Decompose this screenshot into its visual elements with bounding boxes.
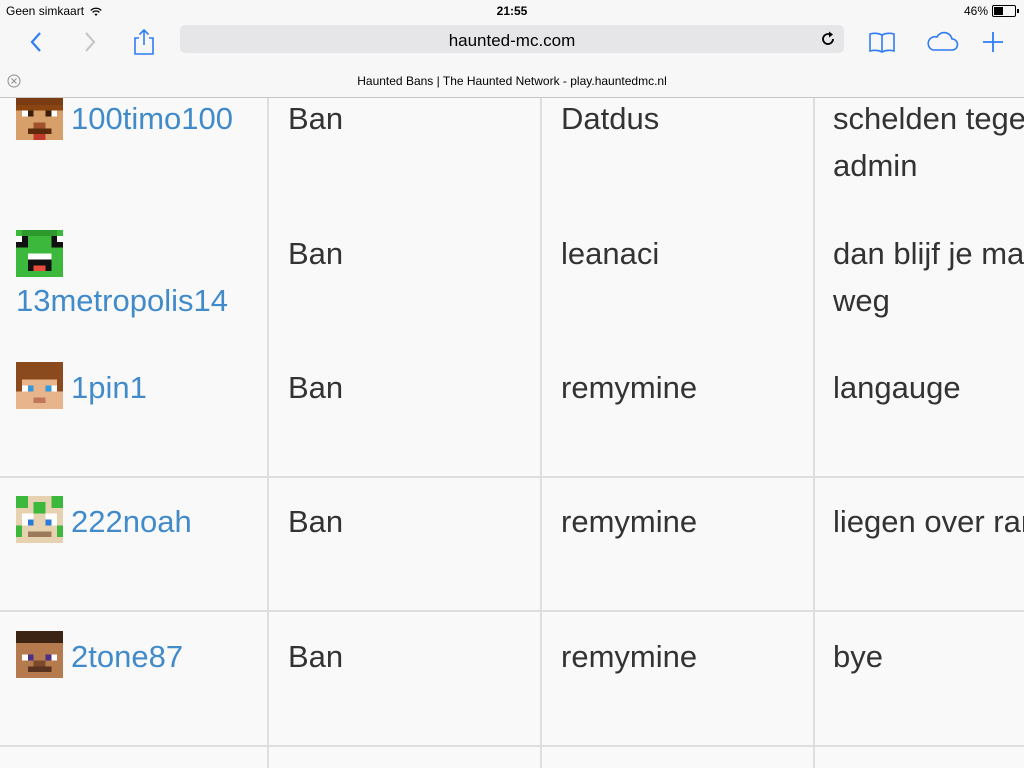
table-row: 100timo100 Ban Datdus schelden tegen adm… bbox=[0, 98, 1024, 208]
status-bar: Geen simkaart 21:55 46% bbox=[0, 0, 1024, 22]
reload-icon[interactable] bbox=[818, 29, 838, 49]
tab-title: Haunted Bans | The Haunted Network - pla… bbox=[357, 74, 667, 88]
reason-cell: bye bbox=[833, 639, 883, 674]
reason-cell bbox=[833, 747, 1024, 768]
player-name-link[interactable]: 222noah bbox=[71, 504, 192, 539]
player-avatar bbox=[16, 496, 63, 544]
battery-fill bbox=[994, 7, 1004, 15]
player-cell: 1pin1 bbox=[16, 344, 268, 476]
bans-table: 100timo100 Ban Datdus schelden tegen adm… bbox=[0, 98, 1024, 768]
url-text: haunted-mc.com bbox=[448, 31, 576, 50]
battery-icon bbox=[992, 5, 1019, 17]
ban-type-cell: Ban bbox=[288, 101, 344, 136]
player-name-link[interactable]: 1pin1 bbox=[71, 370, 147, 405]
player-avatar bbox=[16, 631, 63, 679]
ban-type-cell: Ban bbox=[288, 639, 344, 674]
table-row bbox=[0, 747, 1024, 768]
ban-type-cell: Ban bbox=[288, 236, 344, 271]
ban-type-cell: Ban bbox=[288, 370, 344, 405]
browser-toolbar: haunted-mc.com bbox=[0, 22, 1024, 68]
banned-by-cell: remymine bbox=[561, 370, 698, 405]
new-tab-icon[interactable] bbox=[977, 26, 1009, 58]
player-cell: 222noah bbox=[16, 478, 268, 610]
clock: 21:55 bbox=[496, 4, 528, 18]
table-row: 222noah Ban remymine liegen over rank bbox=[0, 478, 1024, 612]
reason-cell: liegen over rank bbox=[833, 504, 1024, 539]
player-cell: 100timo100 bbox=[16, 98, 268, 206]
player-avatar bbox=[16, 230, 63, 277]
table-row: 13metropolis14 Ban leanaci dan blijf je … bbox=[0, 206, 1024, 346]
player-name-link[interactable]: 2tone87 bbox=[71, 639, 183, 674]
ban-type-cell: Ban bbox=[288, 504, 344, 539]
player-cell bbox=[16, 747, 268, 768]
banned-by-cell: remymine bbox=[561, 504, 698, 539]
player-cell: 13metropolis14 bbox=[16, 206, 268, 344]
banned-by-cell: remymine bbox=[561, 639, 698, 674]
icloud-tabs-icon[interactable] bbox=[922, 26, 962, 58]
table-row: 1pin1 Ban remymine langauge bbox=[0, 344, 1024, 478]
banned-by-cell: Datdus bbox=[561, 101, 660, 136]
reason-cell: langauge bbox=[833, 370, 961, 405]
player-avatar bbox=[16, 98, 63, 141]
player-name-link[interactable]: 100timo100 bbox=[71, 101, 233, 136]
address-bar[interactable]: haunted-mc.com bbox=[180, 25, 844, 53]
player-cell: 2tone87 bbox=[16, 612, 268, 745]
banned-by-cell: leanaci bbox=[561, 236, 660, 271]
battery-indicator: 46% bbox=[963, 4, 1019, 18]
battery-percent: 46% bbox=[963, 4, 988, 18]
player-avatar bbox=[16, 362, 63, 410]
ban-type-cell bbox=[288, 747, 538, 768]
reason-cell: dan blijf je maar weg bbox=[833, 236, 1024, 318]
reason-cell: schelden tegen admin bbox=[833, 101, 1024, 183]
share-icon[interactable] bbox=[128, 26, 160, 58]
banned-by-cell bbox=[561, 747, 811, 768]
column-divider bbox=[813, 98, 815, 768]
forward-icon[interactable] bbox=[74, 26, 106, 58]
battery-nub bbox=[1017, 9, 1019, 13]
player-name-link[interactable]: 13metropolis14 bbox=[16, 283, 228, 318]
table-row: 2tone87 Ban remymine bye bbox=[0, 612, 1024, 747]
column-divider bbox=[267, 98, 269, 768]
column-divider bbox=[540, 98, 542, 768]
back-icon[interactable] bbox=[20, 26, 52, 58]
tab-bar: Haunted Bans | The Haunted Network - pla… bbox=[0, 68, 1024, 98]
bookmarks-icon[interactable] bbox=[866, 26, 898, 58]
